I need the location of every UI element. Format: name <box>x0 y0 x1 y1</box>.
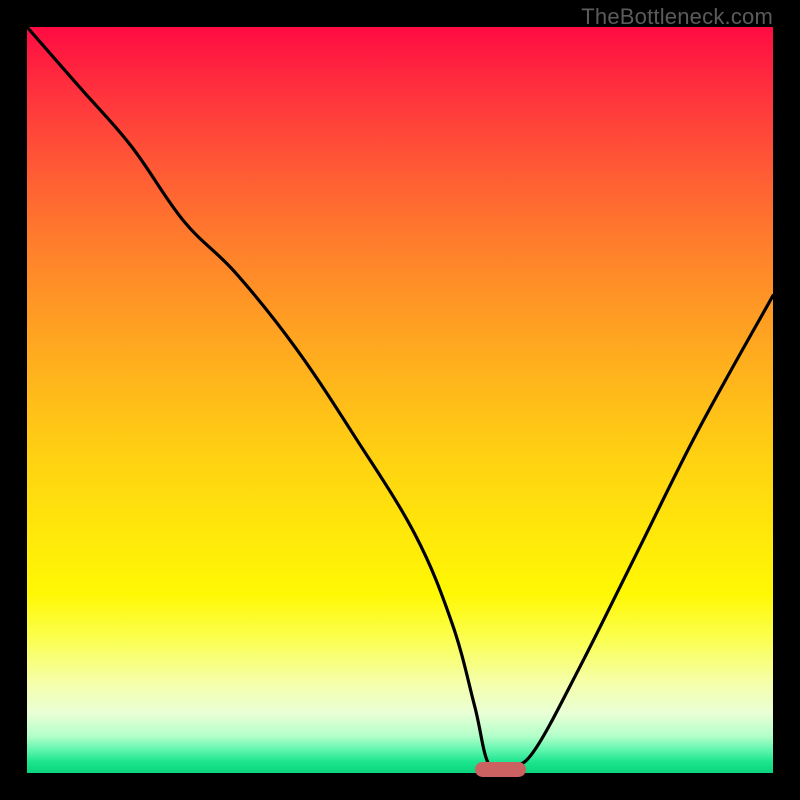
curve-path <box>27 27 773 771</box>
chart-container: TheBottleneck.com <box>0 0 800 800</box>
optimal-point-marker <box>475 762 526 777</box>
watermark-text: TheBottleneck.com <box>581 4 773 30</box>
bottleneck-curve <box>27 27 773 773</box>
